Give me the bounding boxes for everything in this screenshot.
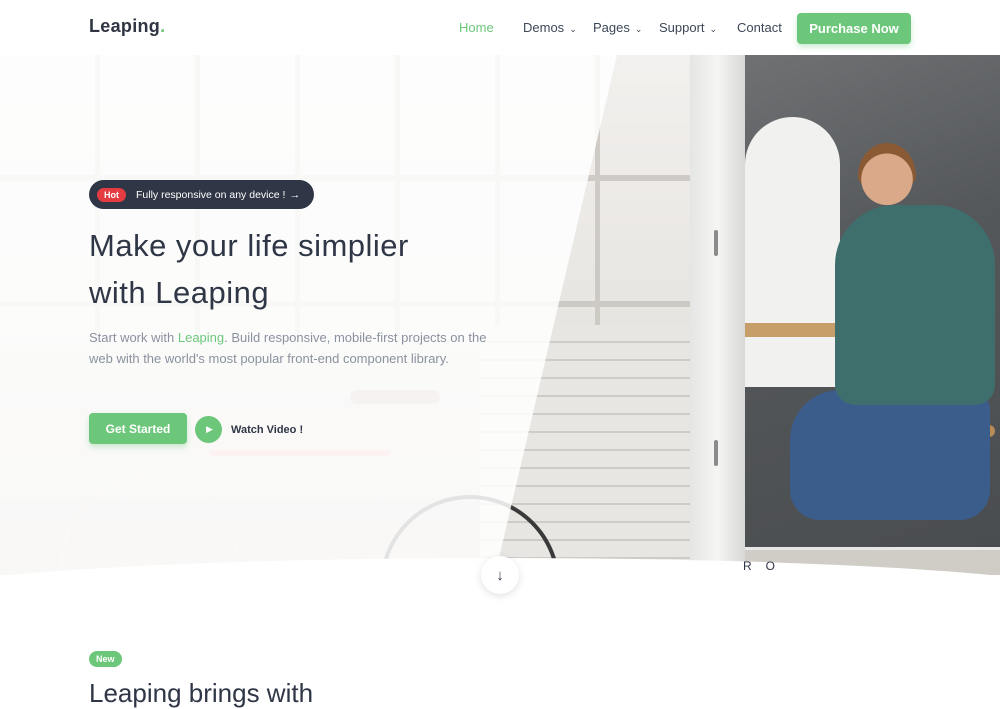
nav-home[interactable]: Home bbox=[459, 20, 494, 35]
hero-content: Hot Fully responsive on any device ! → M… bbox=[0, 0, 1000, 708]
arrow-down-icon: ↓ bbox=[496, 566, 504, 584]
hero-description: Start work with Leaping. Build responsiv… bbox=[89, 327, 489, 369]
arrow-right-icon: → bbox=[289, 188, 301, 201]
top-navbar: Leaping. Home Demos ⌄ Pages ⌄ Support ⌄ Con… bbox=[0, 0, 1000, 55]
hero-desc-brand: Leaping bbox=[177, 330, 225, 345]
nav-pages-label: Pages bbox=[593, 20, 630, 35]
logo-dot: . bbox=[160, 16, 166, 36]
purchase-now-button[interactable]: Purchase Now bbox=[797, 13, 911, 44]
announcement-text: Fully responsive on any device ! bbox=[136, 188, 286, 201]
nav-contact-label: Contact bbox=[737, 20, 782, 35]
hero-title-line2: with Leaping bbox=[89, 275, 270, 310]
nav-home-label: Home bbox=[459, 20, 494, 35]
new-badge: New bbox=[89, 651, 122, 667]
announcement-pill[interactable]: Hot Fully responsive on any device ! → bbox=[89, 180, 315, 209]
get-started-button[interactable]: Get Started bbox=[89, 413, 187, 444]
nav-demos[interactable]: Demos ⌄ bbox=[523, 20, 577, 35]
chevron-down-icon: ⌄ bbox=[709, 24, 718, 34]
hero-desc-start: Start work with bbox=[89, 330, 178, 345]
logo-text: Leaping bbox=[89, 16, 161, 36]
nav-support[interactable]: Support ⌄ bbox=[659, 20, 717, 35]
features-section-title: Leaping brings with bbox=[89, 678, 314, 708]
watch-video-link[interactable]: ▶ Watch Video ! bbox=[195, 416, 303, 443]
play-icon[interactable]: ▶ bbox=[195, 416, 222, 443]
watch-video-label: Watch Video ! bbox=[231, 423, 304, 436]
nav-demos-label: Demos bbox=[523, 20, 565, 35]
chevron-down-icon: ⌄ bbox=[634, 24, 643, 34]
nav-contact[interactable]: Contact bbox=[737, 20, 782, 35]
room-letters-text: RO bbox=[743, 559, 789, 573]
site-logo[interactable]: Leaping. bbox=[89, 16, 165, 37]
hot-badge: Hot bbox=[97, 187, 126, 202]
nav-support-label: Support bbox=[659, 20, 705, 35]
chevron-down-icon: ⌄ bbox=[569, 24, 577, 34]
hero-title-line1: Make your life simplier bbox=[89, 228, 409, 263]
hero-title: Make your life simplier with Leaping bbox=[89, 222, 509, 316]
nav-pages[interactable]: Pages ⌄ bbox=[593, 20, 642, 35]
scroll-down-button[interactable]: ↓ bbox=[481, 556, 519, 594]
